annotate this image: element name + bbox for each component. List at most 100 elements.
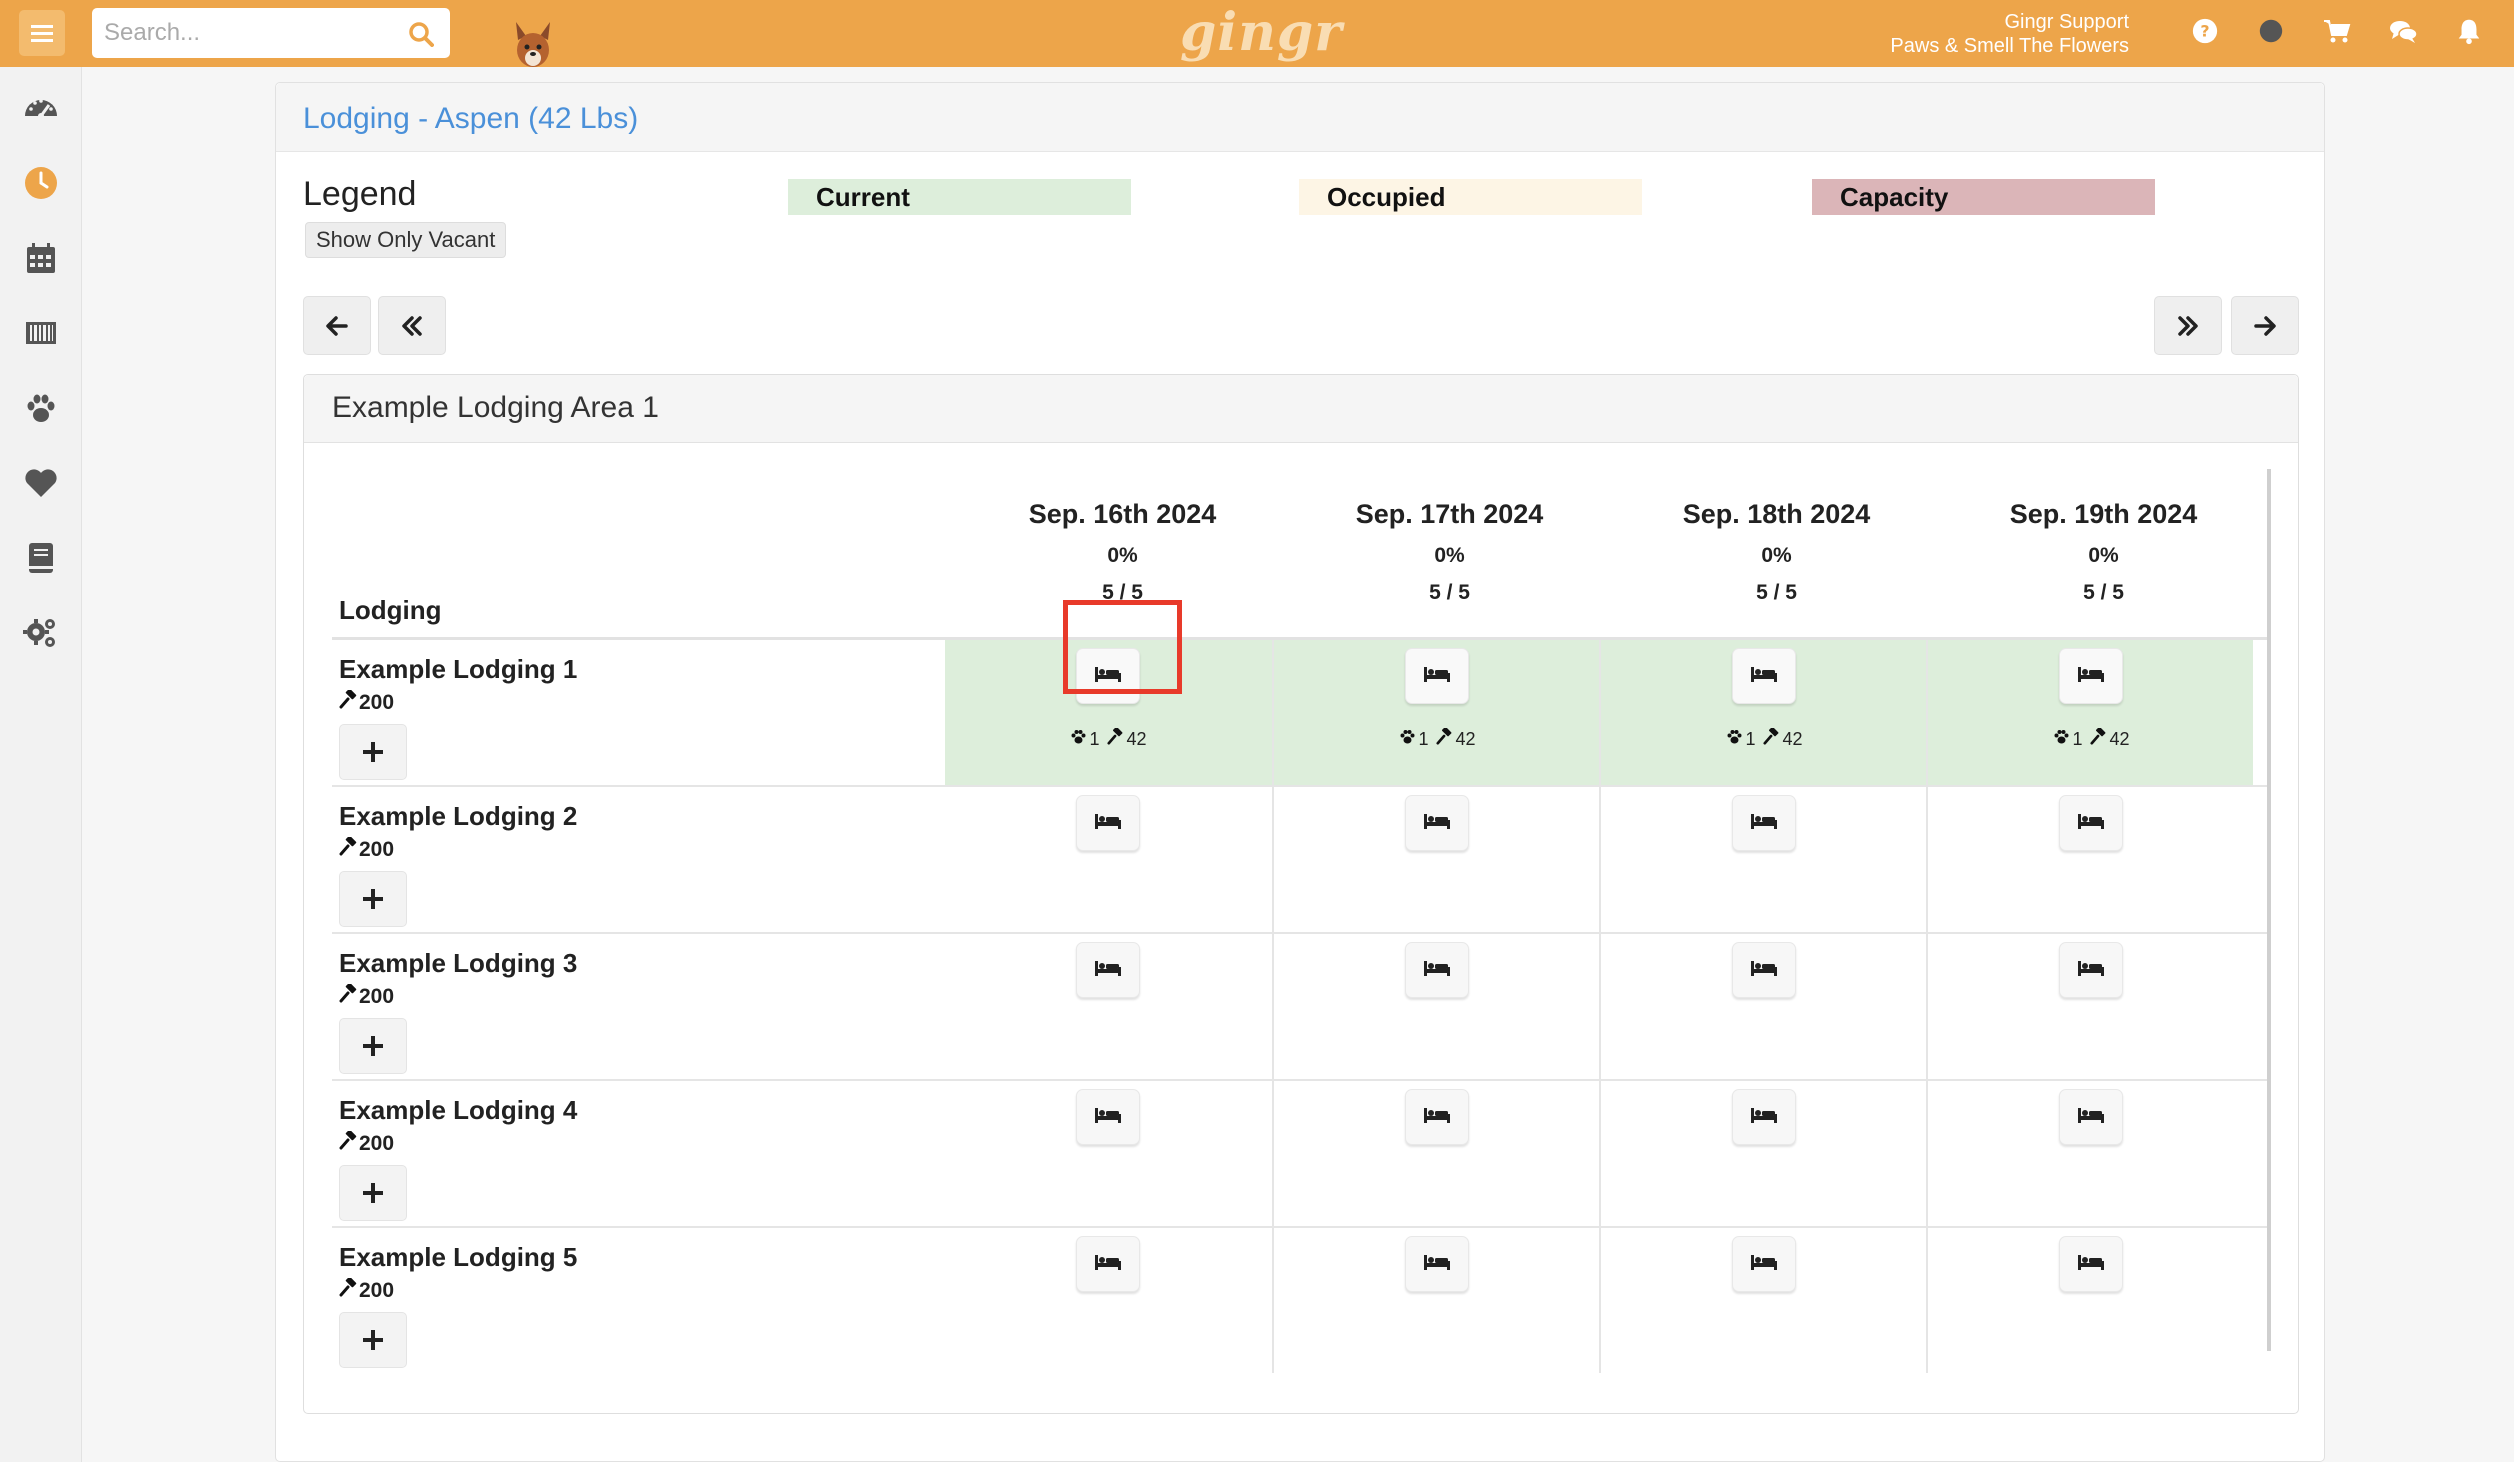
pet-count: 1 [2072, 728, 2083, 749]
lodging-day-cell[interactable] [1926, 1228, 2253, 1373]
lodging-day-cell[interactable] [1272, 1228, 1599, 1373]
date-label: Sep. 18th 2024 [1682, 499, 1871, 529]
barcode-icon [26, 322, 56, 344]
lodging-day-cell[interactable]: 1 42 [945, 640, 1272, 785]
cart-icon[interactable] [2322, 16, 2352, 46]
user-info[interactable]: Gingr Support Paws & Smell The Flowers [1890, 10, 2129, 58]
search-input[interactable] [104, 8, 394, 58]
assign-bed-button[interactable] [1732, 795, 1796, 851]
assign-bed-button[interactable] [2059, 942, 2123, 998]
capacity-value: 200 [359, 1131, 395, 1155]
next-week-button[interactable] [2154, 296, 2222, 355]
legend-label: Legend [303, 175, 417, 213]
bed-icon [2077, 959, 2105, 982]
lodging-name[interactable]: Example Lodging 5 [339, 1242, 577, 1273]
assign-bed-button[interactable] [1405, 942, 1469, 998]
gavel-icon [1763, 726, 1780, 750]
assign-bed-button[interactable] [1732, 1089, 1796, 1145]
occupancy-info: 1 42 [1601, 726, 1928, 750]
assign-bed-button[interactable] [1076, 942, 1140, 998]
lodging-name[interactable]: Example Lodging 2 [339, 801, 577, 832]
lodging-name[interactable]: Example Lodging 4 [339, 1095, 577, 1126]
lodging-day-cell[interactable]: 1 42 [1599, 640, 1926, 785]
assign-bed-button[interactable] [1076, 1089, 1140, 1145]
sidebar-item-settings[interactable] [0, 603, 82, 663]
add-reservation-button[interactable] [339, 1165, 407, 1221]
assign-bed-button[interactable] [1076, 795, 1140, 851]
add-reservation-button[interactable] [339, 724, 407, 780]
bed-icon [1094, 665, 1122, 688]
lodging-day-cell[interactable] [1272, 1081, 1599, 1226]
lodging-day-cell[interactable] [1599, 934, 1926, 1079]
assign-bed-button[interactable] [1405, 1089, 1469, 1145]
sidebar-item-clock[interactable] [0, 153, 82, 213]
lodging-day-cell[interactable] [1599, 1228, 1926, 1373]
bell-icon[interactable] [2454, 16, 2484, 46]
assign-bed-button[interactable] [2059, 1236, 2123, 1292]
status-dot-icon[interactable] [2256, 16, 2286, 46]
lodging-day-cell[interactable] [1272, 787, 1599, 932]
gavel-icon [339, 982, 358, 1009]
date-column-header: Sep. 18th 2024 0% 5 / 5 [1613, 499, 1940, 605]
search-box [92, 8, 450, 58]
assign-bed-button[interactable] [2059, 1089, 2123, 1145]
assign-bed-button[interactable] [2059, 648, 2123, 704]
lodging-day-cell[interactable]: 1 42 [1272, 640, 1599, 785]
lodging-day-cell[interactable] [1272, 934, 1599, 1079]
prev-week-button[interactable] [378, 296, 446, 355]
help-icon[interactable]: ? [2190, 16, 2220, 46]
chat-icon[interactable] [2388, 16, 2418, 46]
assign-bed-button[interactable] [1076, 1236, 1140, 1292]
pet-count: 1 [1089, 728, 1100, 749]
search-icon[interactable] [408, 21, 434, 47]
lodging-name[interactable]: Example Lodging 1 [339, 654, 577, 685]
gavel-icon [1436, 726, 1453, 750]
capacity-value: 200 [359, 1278, 395, 1302]
assign-bed-button[interactable] [1732, 648, 1796, 704]
assign-bed-button[interactable] [1405, 1236, 1469, 1292]
plus-icon [363, 889, 383, 909]
sidebar-item-pets[interactable] [0, 378, 82, 438]
lodging-day-cell[interactable] [1926, 934, 2253, 1079]
assign-bed-button[interactable] [1405, 795, 1469, 851]
add-reservation-button[interactable] [339, 1312, 407, 1368]
lodging-day-cell[interactable] [945, 787, 1272, 932]
assign-bed-button[interactable] [1732, 942, 1796, 998]
plus-icon [363, 1036, 383, 1056]
menu-button[interactable] [19, 10, 65, 56]
add-reservation-button[interactable] [339, 1018, 407, 1074]
lodging-day-cell[interactable] [945, 1228, 1272, 1373]
svg-text:?: ? [2200, 22, 2209, 41]
lodging-name[interactable]: Example Lodging 3 [339, 948, 577, 979]
sidebar-item-reports[interactable] [0, 528, 82, 588]
lodging-day-cell[interactable] [945, 1081, 1272, 1226]
prev-day-button[interactable] [303, 296, 371, 355]
assign-bed-button[interactable] [1732, 1236, 1796, 1292]
occupancy-percent: 0% [1107, 544, 1138, 567]
next-day-button[interactable] [2231, 296, 2299, 355]
vacancy-count: 5 / 5 [2083, 581, 2124, 604]
lodging-day-cell[interactable] [1926, 1081, 2253, 1226]
add-reservation-button[interactable] [339, 871, 407, 927]
sidebar-item-barcode[interactable] [0, 303, 82, 363]
lodging-day-cell[interactable] [1926, 787, 2253, 932]
lodging-day-cell[interactable]: 1 42 [1926, 640, 2253, 785]
panel-title[interactable]: Lodging - Aspen (42 Lbs) [303, 103, 2297, 135]
sidebar-item-calendar[interactable] [0, 228, 82, 288]
sidebar-item-favorites[interactable] [0, 453, 82, 513]
heart-icon [25, 469, 57, 497]
gingr-logo[interactable]: gingr [1180, 2, 1343, 64]
assign-bed-button[interactable] [1076, 648, 1140, 704]
show-only-vacant-button[interactable]: Show Only Vacant [305, 222, 507, 258]
grid-scrollbar[interactable] [2267, 469, 2271, 1351]
lodging-day-cell[interactable] [1599, 787, 1926, 932]
sidebar-item-dashboard[interactable] [0, 78, 82, 138]
lodging-day-cell[interactable] [945, 934, 1272, 1079]
bed-icon [1423, 1106, 1451, 1129]
arrow-right-icon [2254, 315, 2276, 336]
assign-bed-button[interactable] [2059, 795, 2123, 851]
date-label: Sep. 16th 2024 [1028, 499, 1217, 529]
assign-bed-button[interactable] [1405, 648, 1469, 704]
lodging-day-cell[interactable] [1599, 1081, 1926, 1226]
occupancy-info: 1 42 [945, 726, 1272, 750]
